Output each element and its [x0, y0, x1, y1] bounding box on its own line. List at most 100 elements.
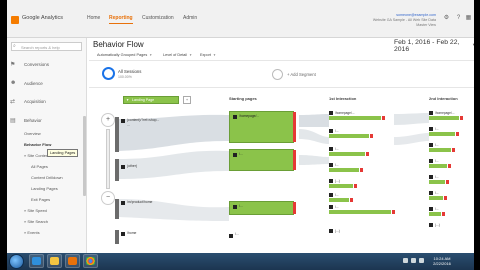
sidebar-sub-site-content[interactable]: » Site Content: [24, 153, 49, 158]
page-icon: [121, 232, 125, 236]
detail-dropdown[interactable]: Level of Detail ▼: [163, 53, 192, 57]
interaction-node[interactable]: /...: [429, 175, 469, 185]
nav-customization[interactable]: Customization: [142, 15, 174, 21]
zoom-slider[interactable]: [106, 129, 110, 189]
date-range-picker[interactable]: Feb 1, 2016 - Feb 22, 2016: [394, 39, 474, 53]
starting-page-node[interactable]: /homepage/...: [229, 111, 296, 143]
interaction-node[interactable]: /...: [429, 159, 469, 169]
interaction-node[interactable]: /...: [429, 191, 469, 201]
interaction-node[interactable]: (...): [329, 179, 389, 189]
chevron-down-icon: ▼: [126, 98, 130, 102]
landing-node[interactable]: /home: [115, 230, 195, 244]
interaction-node[interactable]: /...: [329, 193, 389, 203]
export-dropdown[interactable]: Export ▼: [200, 53, 216, 57]
node-label: /homepage/...: [335, 111, 355, 115]
flag-icon[interactable]: [419, 258, 424, 263]
dimension-selector[interactable]: ▼ Landing Page: [123, 96, 179, 104]
zoom-in-button[interactable]: +: [101, 113, 115, 127]
chevron-down-icon: ▼: [149, 53, 153, 57]
interaction-node[interactable]: /...: [429, 143, 469, 153]
chevron-down-icon[interactable]: ▼: [472, 42, 474, 47]
sidebar-sub-site-search[interactable]: » Site Search: [24, 219, 48, 224]
landing-node[interactable]: /m/product/home: [115, 199, 195, 219]
top-header: Google Analytics Home Reporting Customiz…: [7, 0, 474, 38]
behavior-flow-chart: + − ▼ Landing Page + Starting pages 1st …: [89, 89, 474, 253]
start-button[interactable]: [9, 254, 24, 269]
taskbar-explorer-button[interactable]: [47, 254, 62, 268]
interaction-node[interactable]: /...: [429, 127, 469, 137]
node-label: /home: [127, 231, 137, 235]
node-bar: [329, 184, 353, 188]
node-label: /...: [435, 191, 439, 195]
sidebar-sub-events[interactable]: » Events: [24, 230, 40, 235]
drop-off-indicator: [293, 150, 296, 170]
interaction-node[interactable]: /...: [429, 207, 469, 217]
drop-off-indicator: [354, 184, 357, 188]
sidebar-scrollbar[interactable]: [83, 116, 86, 196]
add-column-button[interactable]: +: [183, 96, 191, 104]
export-label: Export: [200, 53, 211, 57]
nav-admin[interactable]: Admin: [183, 15, 197, 21]
taskbar-chrome-button[interactable]: [83, 254, 98, 268]
starting-page-node[interactable]: /...: [229, 149, 296, 171]
interaction-node[interactable]: /homepage/...: [329, 111, 389, 121]
sidebar-sub-landing-pages[interactable]: Landing Pages: [31, 186, 58, 191]
sidebar-sub-behavior-flow[interactable]: Behavior Flow: [24, 142, 51, 147]
page-icon: [429, 111, 433, 115]
browser-window: Google Analytics Home Reporting Customiz…: [7, 0, 474, 270]
add-segment-circle-icon[interactable]: [272, 69, 283, 80]
node-label: /...: [235, 232, 239, 236]
interaction-node[interactable]: (...): [429, 223, 469, 233]
zoom-out-button[interactable]: −: [101, 191, 115, 205]
node-label: /...: [435, 175, 439, 179]
page-icon: [329, 111, 333, 115]
landing-node[interactable]: (other): [115, 159, 195, 181]
column-header: 1st Interaction: [329, 96, 357, 101]
behavior-icon: ▤: [10, 118, 16, 124]
node-bar: [329, 210, 391, 214]
interaction-node[interactable]: (...): [329, 229, 389, 239]
taskbar-ie-button[interactable]: [29, 254, 44, 268]
account-selector[interactable]: someone@example.com Website GA Sample - …: [364, 13, 436, 28]
node-bar: [115, 159, 119, 181]
drop-off-indicator: [360, 168, 363, 172]
grouping-dropdown[interactable]: Automatically Grouped Pages ▼: [97, 53, 152, 57]
sidebar-sub-all-pages[interactable]: All Pages: [31, 164, 48, 169]
nav-reporting[interactable]: Reporting: [109, 15, 133, 24]
sidebar-sub-exit-pages[interactable]: Exit Pages: [31, 197, 50, 202]
apps-grid-icon[interactable]: ▦: [465, 15, 472, 22]
segment-circle-icon[interactable]: [102, 67, 115, 80]
interaction-node[interactable]: /...: [329, 205, 399, 215]
node-bar: [429, 132, 455, 136]
segment-all-sessions[interactable]: All Sessions: [118, 69, 141, 74]
page-icon: [429, 207, 433, 211]
help-icon[interactable]: ?: [455, 15, 462, 22]
taskbar-media-button[interactable]: [65, 254, 80, 268]
node-label: /...: [239, 152, 243, 156]
sidebar-sub-content-drilldown[interactable]: Content Drilldown: [31, 175, 63, 180]
interaction-node[interactable]: /homepage/...: [429, 111, 469, 121]
grouping-label: Automatically Grouped Pages: [97, 53, 148, 57]
page-icon: [329, 179, 333, 183]
drop-off-indicator: [446, 180, 449, 184]
drop-off-indicator: [392, 210, 395, 214]
page-icon: [429, 159, 433, 163]
interaction-node[interactable]: /...: [329, 163, 389, 173]
landing-node[interactable]: (content)/?ref=shop... ...: [115, 117, 195, 152]
add-segment-button[interactable]: + Add Segment: [287, 72, 316, 77]
sidebar-sub-overview[interactable]: Overview: [24, 131, 41, 136]
search-input[interactable]: Search reports & help: [11, 42, 82, 51]
interaction-node[interactable]: /...: [329, 147, 389, 157]
nav-home[interactable]: Home: [87, 15, 100, 21]
network-icon[interactable]: [403, 258, 408, 263]
sidebar-sub-site-speed[interactable]: » Site Speed: [24, 208, 47, 213]
starting-page-node[interactable]: /...: [229, 201, 296, 215]
settings-gear-icon[interactable]: ⚙: [443, 15, 450, 22]
volume-icon[interactable]: [411, 258, 416, 263]
sidebar-item-label: Behavior: [24, 118, 42, 123]
browser-icon: [32, 257, 41, 265]
starting-page-node[interactable]: /...: [229, 232, 289, 242]
interaction-node[interactable]: /...: [329, 129, 389, 139]
node-label: (...): [435, 223, 440, 227]
system-clock[interactable]: 10:24 AM 2/22/2016: [427, 256, 457, 266]
